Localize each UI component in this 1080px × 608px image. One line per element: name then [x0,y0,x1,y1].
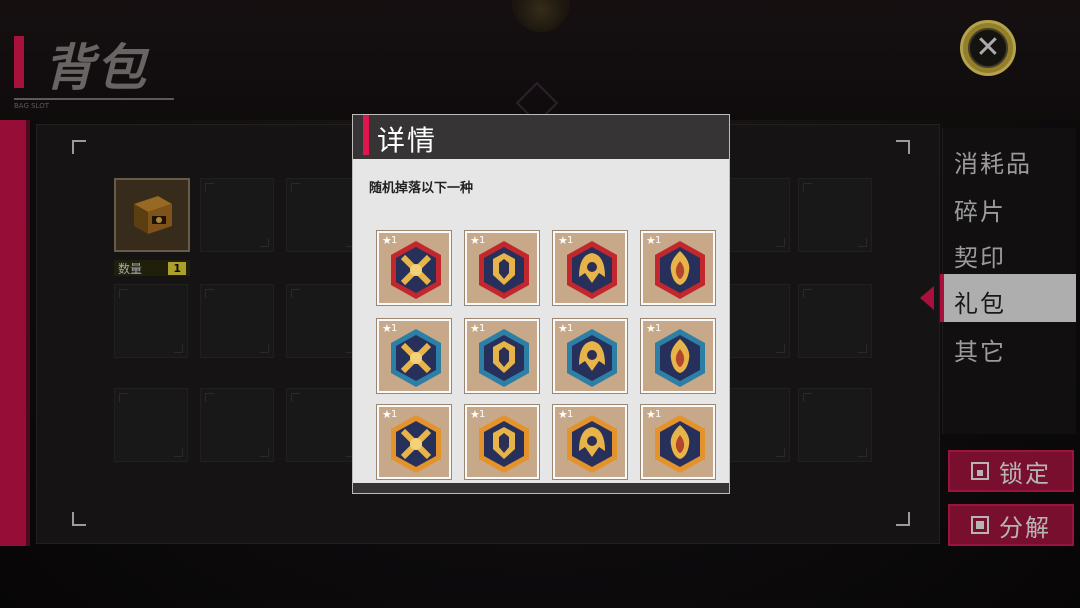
helm-emblem-icon [567,329,617,387]
helm-emblem-icon [567,241,617,299]
reward-crest-emblem[interactable]: ★ 1 [465,405,539,479]
reward-helm-emblem[interactable]: ★ 1 [553,405,627,479]
tier-badge: 1 [391,323,398,334]
tier-badge: 1 [655,409,662,420]
reward-flame-emblem[interactable]: ★ 1 [641,405,715,479]
reward-helm-emblem[interactable]: ★ 1 [553,231,627,305]
cross-emblem-icon [391,241,441,299]
reward-cross-emblem[interactable]: ★ 1 [377,319,451,393]
reward-flame-emblem[interactable]: ★ 1 [641,319,715,393]
tier-badge: 1 [567,409,574,420]
flame-emblem-icon [655,241,705,299]
tier-badge: 1 [655,323,662,334]
cross-emblem-icon [391,415,441,473]
tier-badge: 1 [391,409,398,420]
crest-emblem-icon [479,329,529,387]
helm-emblem-icon [567,415,617,473]
modal-accent-bar [363,115,369,155]
tier-badge: 1 [391,235,398,246]
modal-description: 随机掉落以下一种 [369,181,474,196]
flame-emblem-icon [655,329,705,387]
tier-badge: 1 [479,323,486,334]
tier-badge: 1 [479,235,486,246]
reward-helm-emblem[interactable]: ★ 1 [553,319,627,393]
reward-crest-emblem[interactable]: ★ 1 [465,231,539,305]
tier-badge: 1 [655,235,662,246]
crest-emblem-icon [479,241,529,299]
modal-header: 详情 [353,115,729,159]
modal-title: 详情 [377,124,438,157]
details-modal: 详情 随机掉落以下一种 ★ 1 ★ 1 ★ 1 ★ 1 ★ 1 ★ 1 ★ 1 ★ 1 ★ 1 ★ 1 ★ 1 ★ 1 [352,114,730,494]
crest-emblem-icon [479,415,529,473]
reward-flame-emblem[interactable]: ★ 1 [641,231,715,305]
reward-cross-emblem[interactable]: ★ 1 [377,231,451,305]
flame-emblem-icon [655,415,705,473]
reward-cross-emblem[interactable]: ★ 1 [377,405,451,479]
tier-badge: 1 [479,409,486,420]
tier-badge: 1 [567,235,574,246]
cross-emblem-icon [391,329,441,387]
tier-badge: 1 [567,323,574,334]
modal-footer-bar [353,483,729,493]
reward-crest-emblem[interactable]: ★ 1 [465,319,539,393]
